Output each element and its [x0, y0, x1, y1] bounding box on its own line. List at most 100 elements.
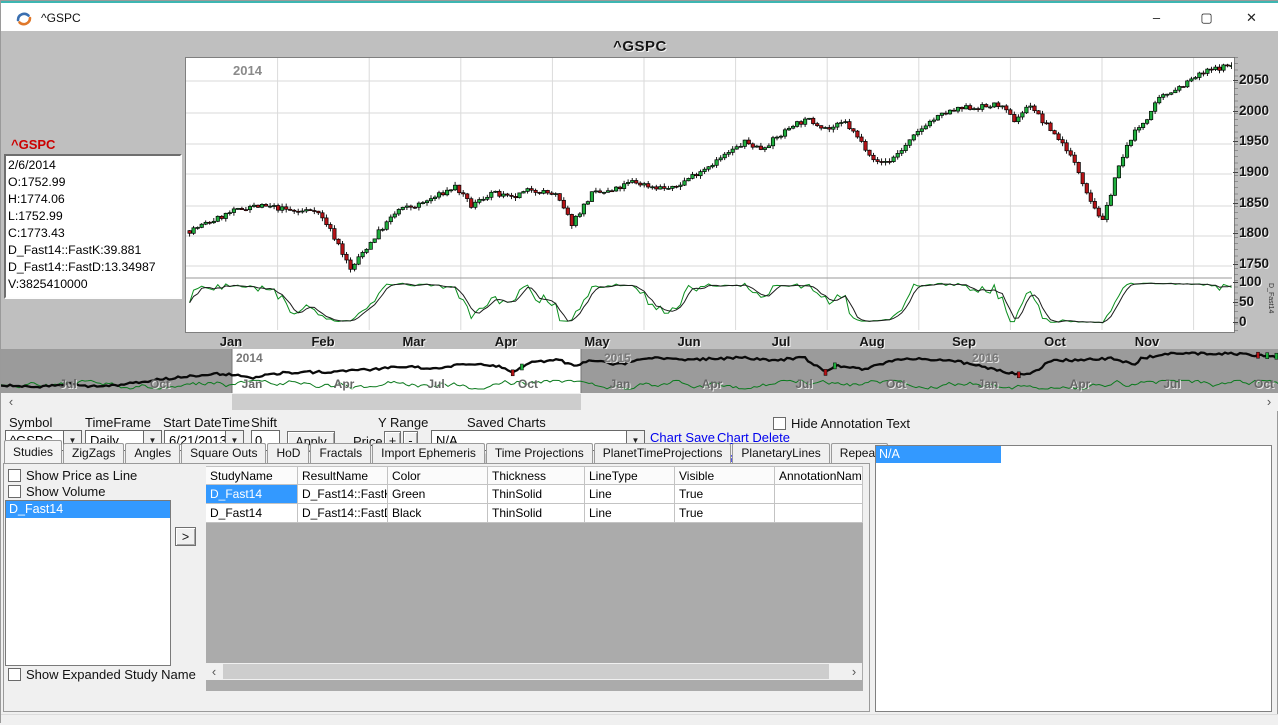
annotation-list-item[interactable]: N/A [876, 446, 1001, 463]
minimize-button[interactable]: – [1134, 3, 1179, 33]
price-tick-mark [1233, 203, 1238, 204]
start-datetime-label: Start DateTime [163, 415, 250, 430]
study-table-scrollbar[interactable]: ‹ › [206, 663, 862, 680]
study-list-item[interactable]: D_Fast14 [6, 501, 170, 518]
chart-region: ^GSPC ^GSPC 2/6/2014O:1752.99H:1774.06L:… [1, 31, 1278, 411]
navigator-quarter-label: Jul [427, 377, 444, 391]
maximize-button[interactable]: ▢ [1184, 3, 1229, 33]
month-label: Jan [220, 334, 242, 349]
table-cell[interactable]: D_Fast14::FastK [298, 485, 388, 504]
show-expanded-checkbox[interactable] [8, 668, 21, 681]
price-tick-mark [1233, 172, 1238, 173]
quote-info-line: D_Fast14::FastK:39.881 [8, 242, 178, 259]
hide-annotation-checkbox-row[interactable]: Hide Annotation Text [773, 416, 910, 431]
table-header-color[interactable]: Color [388, 466, 488, 485]
move-study-button[interactable]: > [175, 527, 196, 546]
price-tick-label: 1800 [1239, 225, 1277, 240]
table-header-resultname[interactable]: ResultName [298, 466, 388, 485]
indicator-tick-label: 0 [1239, 314, 1277, 329]
month-label: May [584, 334, 609, 349]
tab-hod[interactable]: HoD [267, 443, 309, 463]
scroll-right-arrow-icon[interactable]: › [846, 663, 862, 681]
table-cell[interactable] [775, 504, 863, 523]
shift-label: Shift [251, 415, 277, 430]
study-table-scroll-thumb[interactable] [223, 664, 829, 679]
tab-square-outs[interactable]: Square Outs [181, 443, 266, 463]
quote-info-line: O:1752.99 [8, 174, 178, 191]
price-tick-label: 2050 [1239, 72, 1277, 87]
navigator-scroll-thumb[interactable] [232, 394, 581, 410]
indicator-tick-mark [1233, 302, 1238, 303]
table-cell[interactable]: Black [388, 504, 488, 523]
navigator-quarter-label: Oct [150, 377, 170, 391]
chart-title: ^GSPC [613, 38, 667, 55]
table-cell[interactable]: D_Fast14 [206, 504, 298, 523]
navigator-year-label: 2015 [604, 351, 631, 365]
quote-info-line: D_Fast14::FastD:13.34987 [8, 259, 178, 276]
tab-import-ephemeris[interactable]: Import Ephemeris [372, 443, 485, 463]
show-price-checkbox-row[interactable]: Show Price as Line [8, 468, 137, 483]
close-button[interactable]: ✕ [1229, 3, 1274, 33]
tab-time-projections[interactable]: Time Projections [486, 443, 593, 463]
table-cell[interactable]: D_Fast14::FastD [298, 504, 388, 523]
month-label: Sep [952, 334, 976, 349]
tab-zigzags[interactable]: ZigZags [63, 443, 124, 463]
price-chart-plot[interactable] [185, 57, 1235, 333]
table-cell[interactable]: ThinSolid [488, 485, 585, 504]
chart-navigator[interactable]: JulOctJanAprJulOctJanAprJulOctJanAprJulO… [1, 349, 1278, 393]
price-tick-mark [1233, 111, 1238, 112]
month-label: Nov [1135, 334, 1160, 349]
table-cell[interactable]: ThinSolid [488, 504, 585, 523]
table-cell[interactable]: D_Fast14 [206, 485, 298, 504]
table-cell[interactable]: True [675, 504, 775, 523]
show-volume-label: Show Volume [26, 484, 106, 499]
tab-angles[interactable]: Angles [125, 443, 180, 463]
table-cell[interactable] [775, 485, 863, 504]
table-header-studyname[interactable]: StudyName [206, 466, 298, 485]
navigator-scrollbar[interactable]: ‹ › [1, 393, 1278, 411]
tab-strip: StudiesZigZagsAnglesSquare OutsHoDFracta… [4, 443, 889, 463]
price-tick-label: 1950 [1239, 133, 1277, 148]
table-header-linetype[interactable]: LineType [585, 466, 675, 485]
table-header-annotationname[interactable]: AnnotationName [775, 466, 863, 485]
tab-planetarylines[interactable]: PlanetaryLines [732, 443, 829, 463]
symbol-label-red: ^GSPC [11, 137, 55, 152]
table-header-thickness[interactable]: Thickness [488, 466, 585, 485]
annotation-listbox[interactable]: N/A [875, 445, 1272, 712]
window-title: ^GSPC [41, 11, 81, 25]
month-label: Aug [859, 334, 884, 349]
hide-annotation-checkbox[interactable] [773, 417, 786, 430]
table-cell[interactable]: Line [585, 504, 675, 523]
quote-info-line: V:3825410000 [8, 276, 178, 293]
table-cell[interactable]: Green [388, 485, 488, 504]
scroll-left-arrow-icon[interactable]: ‹ [206, 663, 222, 681]
navigator-quarter-label: Apr [1070, 377, 1091, 391]
y-axis-minor-ticks [1234, 57, 1238, 331]
table-cell[interactable]: Line [585, 485, 675, 504]
show-expanded-checkbox-row[interactable]: Show Expanded Study Name [8, 667, 196, 682]
scroll-left-arrow-icon[interactable]: ‹ [3, 393, 19, 411]
navigator-quarter-label: Oct [1254, 377, 1274, 391]
quote-info-line: C:1773.43 [8, 225, 178, 242]
navigator-quarter-label: Apr [702, 377, 723, 391]
show-price-checkbox[interactable] [8, 469, 21, 482]
chart-year-label: 2014 [233, 63, 262, 78]
scroll-right-arrow-icon[interactable]: › [1261, 393, 1277, 411]
tab-planettimeprojections[interactable]: PlanetTimeProjections [594, 443, 732, 463]
tab-studies[interactable]: Studies [4, 440, 62, 463]
month-label: Feb [311, 334, 334, 349]
show-volume-checkbox-row[interactable]: Show Volume [8, 484, 106, 499]
indicator-side-label: D_Fast14 [1267, 283, 1274, 313]
quote-info-line: H:1774.06 [8, 191, 178, 208]
tab-fractals[interactable]: Fractals [310, 443, 371, 463]
navigator-quarter-label: Jan [242, 377, 263, 391]
show-volume-checkbox[interactable] [8, 485, 21, 498]
navigator-quarter-label: Jul [795, 377, 812, 391]
table-cell[interactable]: True [675, 485, 775, 504]
study-listbox[interactable]: D_Fast14 [5, 500, 171, 666]
quote-info-line: 2/6/2014 [8, 157, 178, 174]
price-tick-mark [1233, 264, 1238, 265]
app-window: { "window": { "title": "^GSPC", "control… [0, 0, 1278, 723]
indicator-tick-mark [1233, 322, 1238, 323]
table-header-visible[interactable]: Visible [675, 466, 775, 485]
